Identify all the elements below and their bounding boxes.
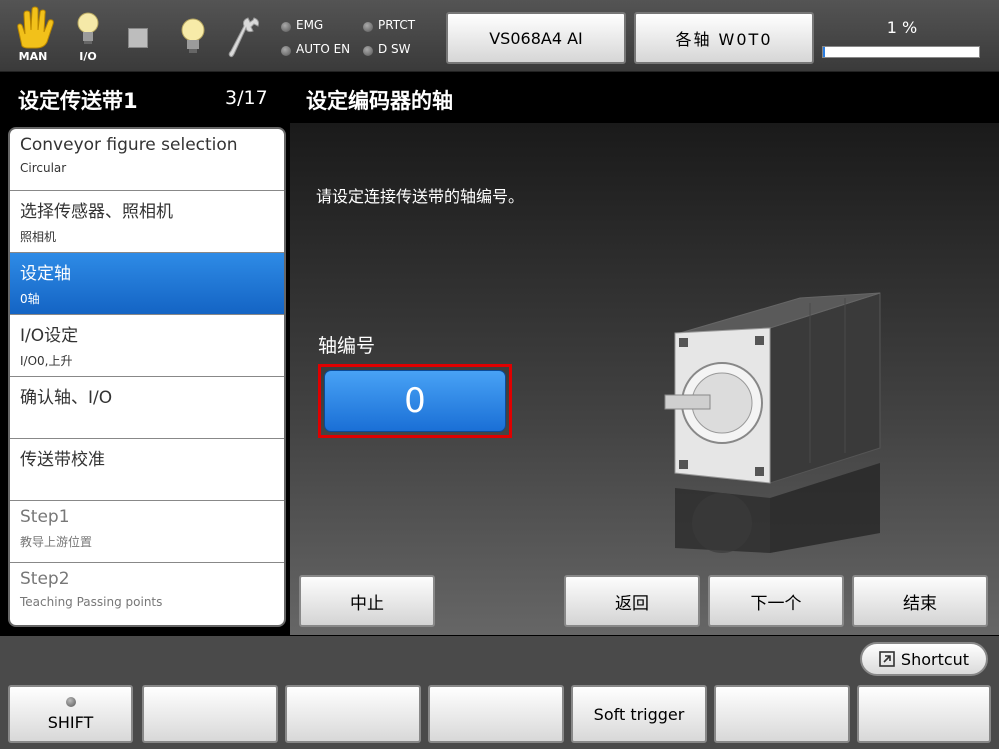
tool-indicator (228, 14, 262, 60)
step-item-conveyor-figure[interactable]: Conveyor figure selection Circular (10, 129, 284, 191)
function-key-7[interactable] (857, 685, 991, 743)
step-item-io-settings[interactable]: I/O设定 I/O0,上升 (10, 315, 284, 377)
lightbulb-icon (77, 12, 99, 44)
stop-square-icon (128, 28, 148, 48)
function-key-6[interactable] (714, 685, 850, 743)
axis-number-highlight: 0 (318, 364, 512, 438)
speed-bar[interactable] (822, 46, 980, 58)
man-label: MAN (18, 50, 48, 63)
step-item-set-axis[interactable]: 设定轴 0轴 (10, 253, 284, 315)
io-label: I/O (79, 50, 97, 63)
axis-mode-button[interactable]: 各轴 W0T0 (634, 12, 814, 64)
dsw-label: D SW (378, 42, 411, 56)
step-list: Conveyor figure selection Circular 选择传感器… (8, 127, 286, 627)
step-item-conveyor-calibration[interactable]: 传送带校准 (10, 439, 284, 501)
next-button[interactable]: 下一个 (708, 575, 844, 627)
function-key-2[interactable] (142, 685, 278, 743)
shift-lamp-icon (65, 696, 76, 707)
hand-icon (17, 6, 54, 49)
content-title: 设定编码器的轴 (306, 89, 453, 113)
step-sub-label: 教导上游位置 (20, 535, 93, 549)
auto-en-label: AUTO EN (296, 42, 351, 56)
finish-button[interactable]: 结束 (852, 575, 988, 627)
step-item-confirm-axis-io[interactable]: 确认轴、I/O (10, 377, 284, 439)
io-indicator[interactable]: I/O (70, 10, 106, 66)
page-counter: 3/17 (225, 87, 268, 109)
shortcut-button[interactable]: Shortcut (860, 642, 988, 676)
step-item-step1[interactable]: Step1 教导上游位置 (10, 501, 284, 563)
speed-bar-fill (823, 47, 825, 57)
step-sub-label: Circular (20, 161, 67, 175)
shift-key[interactable]: SHIFT (8, 685, 133, 743)
status-bar: MAN I/O EMG PRTCT AUTO EN D SW VS068A4 A… (0, 0, 999, 72)
soft-trigger-key[interactable]: Soft trigger (571, 685, 707, 743)
prtct-lamp-icon (363, 22, 373, 32)
manual-mode-indicator[interactable]: MAN (8, 6, 58, 66)
emg-label: EMG (296, 18, 324, 32)
shortcut-arrow-icon (879, 651, 895, 667)
wrench-icon (228, 17, 259, 58)
step-item-step2[interactable]: Step2 Teaching Passing points (10, 563, 284, 625)
back-button[interactable]: 返回 (564, 575, 700, 627)
axis-number-label: 轴编号 (318, 335, 376, 357)
fkey-label: SHIFT (47, 712, 94, 732)
auto-en-lamp-icon (281, 46, 291, 56)
function-key-bar: Shortcut SHIFT Soft trigger (0, 636, 999, 749)
step-main-label: Conveyor figure selection (20, 135, 238, 155)
step-main-label: 选择传感器、照相机 (20, 202, 173, 222)
function-key-3[interactable] (285, 685, 421, 743)
servo-motor-image (664, 292, 881, 553)
page-title: 设定传送带1 (18, 89, 138, 113)
prtct-label: PRTCT (378, 18, 416, 32)
dsw-lamp-icon (363, 46, 373, 56)
step-sub-label: I/O0,上升 (20, 354, 73, 368)
step-sub-label: 照相机 (20, 230, 57, 244)
function-key-4[interactable] (428, 685, 564, 743)
step-main-label: 设定轴 (20, 264, 71, 284)
content-header: 设定编码器的轴 (290, 73, 999, 123)
step-main-label: Step2 (20, 569, 70, 589)
emg-lamp-icon (281, 22, 291, 32)
lightbulb-icon (181, 18, 205, 53)
step-main-label: 传送带校准 (20, 450, 105, 470)
shortcut-label: Shortcut (900, 649, 970, 669)
step-sub-label: 0轴 (20, 292, 40, 306)
instruction-text: 请设定连接传送带的轴编号。 (316, 187, 525, 206)
speed-label: 1 % (886, 18, 918, 37)
axis-number-button[interactable]: 0 (324, 370, 506, 432)
step-item-sensor-camera[interactable]: 选择传感器、照相机 照相机 (10, 191, 284, 253)
cancel-button[interactable]: 中止 (299, 575, 435, 627)
wizard-header: 设定传送带1 3/17 (0, 73, 290, 123)
step-main-label: Step1 (20, 507, 70, 527)
step-main-label: I/O设定 (20, 326, 79, 346)
step-sub-label: Teaching Passing points (20, 595, 163, 609)
lamp-indicator (175, 16, 211, 56)
robot-model-button[interactable]: VS068A4 AI (446, 12, 626, 64)
content-panel: 请设定连接传送带的轴编号。 轴编号 0 中止 返回 下一个 结束 (290, 123, 999, 635)
step-main-label: 确认轴、I/O (20, 388, 113, 408)
